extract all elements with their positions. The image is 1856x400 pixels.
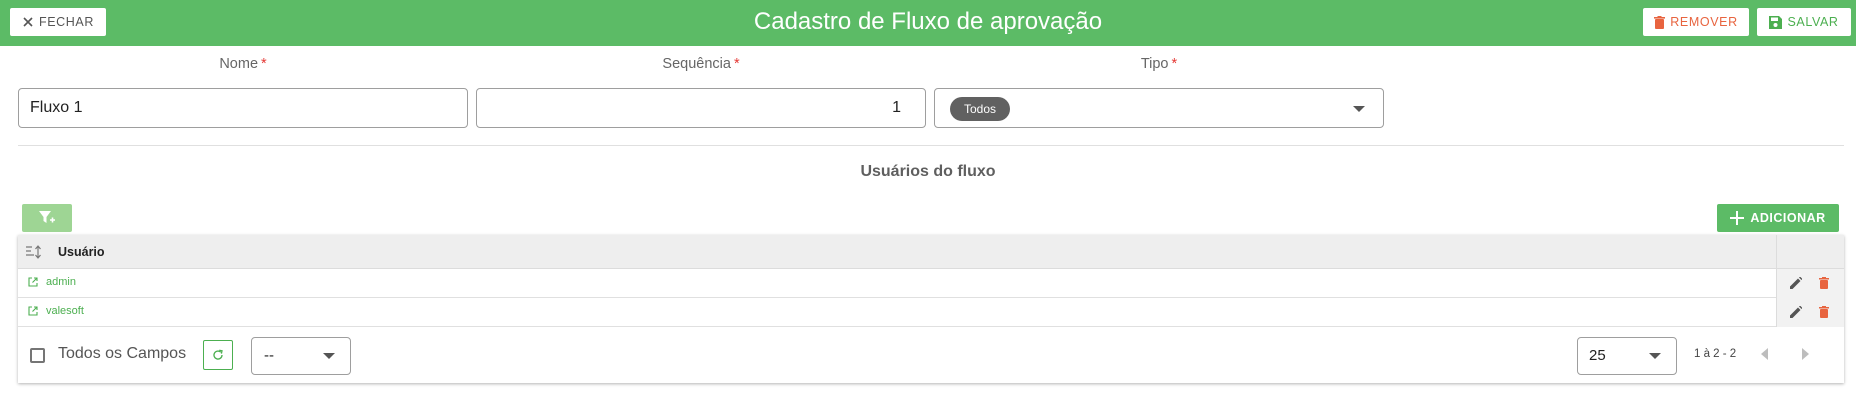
sequencia-label: Sequência * [476, 56, 926, 72]
grid-footer: Todos os Campos -- 25 1 à 2 - 2 [18, 328, 1844, 383]
tipo-label-text: Tipo [1140, 56, 1169, 72]
remove-button-label: REMOVER [1670, 15, 1738, 29]
nome-label: Nome * [18, 56, 468, 72]
open-link-icon[interactable] [28, 277, 38, 287]
user-link[interactable]: valesoft [46, 298, 84, 324]
tipo-label: Tipo * [934, 56, 1384, 72]
required-marker: * [733, 56, 740, 72]
sequencia-field[interactable]: 1 [476, 88, 926, 128]
user-link[interactable]: admin [46, 269, 76, 295]
chevron-right-icon[interactable] [1802, 348, 1809, 360]
sequencia-label-text: Sequência [662, 56, 731, 72]
open-link-icon[interactable] [28, 306, 38, 316]
trash-icon [1654, 15, 1666, 29]
chevron-down-icon [1353, 106, 1365, 112]
add-user-button-label: ADICIONAR [1750, 211, 1826, 225]
chevron-down-icon [1649, 353, 1661, 359]
close-icon [23, 17, 33, 27]
trash-icon[interactable] [1819, 306, 1829, 318]
tipo-chip[interactable]: Todos [950, 97, 1011, 121]
sort-icon[interactable] [26, 245, 42, 259]
fields-select-value: -- [264, 347, 274, 364]
table-row: admin [18, 269, 1844, 298]
divider [18, 145, 1844, 146]
users-grid: Usuário admin valesoft Todos os Campos -… [18, 235, 1844, 383]
pencil-icon[interactable] [1790, 277, 1802, 289]
row-actions [1776, 269, 1844, 298]
trash-icon[interactable] [1819, 277, 1829, 289]
fields-select[interactable]: -- [251, 337, 351, 375]
table-row: valesoft [18, 298, 1844, 327]
tipo-select[interactable]: Todos [934, 88, 1384, 128]
column-header-usuario[interactable]: Usuário [58, 235, 105, 269]
refresh-icon [213, 349, 223, 360]
filter-add-icon [39, 211, 55, 223]
required-marker: * [261, 56, 267, 72]
pencil-icon[interactable] [1790, 306, 1802, 318]
floppy-disk-icon [1769, 15, 1783, 29]
all-fields-checkbox[interactable] [30, 348, 45, 363]
section-title: Usuários do fluxo [860, 163, 996, 180]
refresh-button[interactable] [203, 340, 233, 370]
chevron-left-icon[interactable] [1761, 348, 1768, 360]
save-button-label: SALVAR [1787, 15, 1839, 29]
remove-button[interactable]: REMOVER [1643, 8, 1749, 36]
page-size-value: 25 [1589, 347, 1606, 364]
page-size-select[interactable]: 25 [1577, 337, 1677, 375]
add-user-button[interactable]: ADICIONAR [1717, 204, 1839, 232]
save-button[interactable]: SALVAR [1757, 8, 1851, 36]
row-actions [1776, 298, 1844, 327]
grid-header: Usuário [18, 235, 1844, 269]
header-bar: FECHAR Cadastro de Fluxo de aprovação RE… [0, 0, 1856, 46]
close-button-label: FECHAR [39, 15, 94, 29]
page-title: Cadastro de Fluxo de aprovação [753, 8, 1103, 35]
chevron-down-icon [323, 353, 335, 359]
filter-button[interactable] [22, 204, 72, 232]
pagination-info: 1 à 2 - 2 [1694, 348, 1737, 360]
column-separator [1776, 235, 1777, 269]
all-fields-label: Todos os Campos [58, 345, 187, 362]
plus-icon [1730, 211, 1745, 225]
nome-label-text: Nome [219, 56, 259, 72]
close-button[interactable]: FECHAR [10, 8, 106, 36]
required-marker: * [1171, 56, 1178, 72]
nome-field[interactable]: Fluxo 1 [18, 88, 468, 128]
